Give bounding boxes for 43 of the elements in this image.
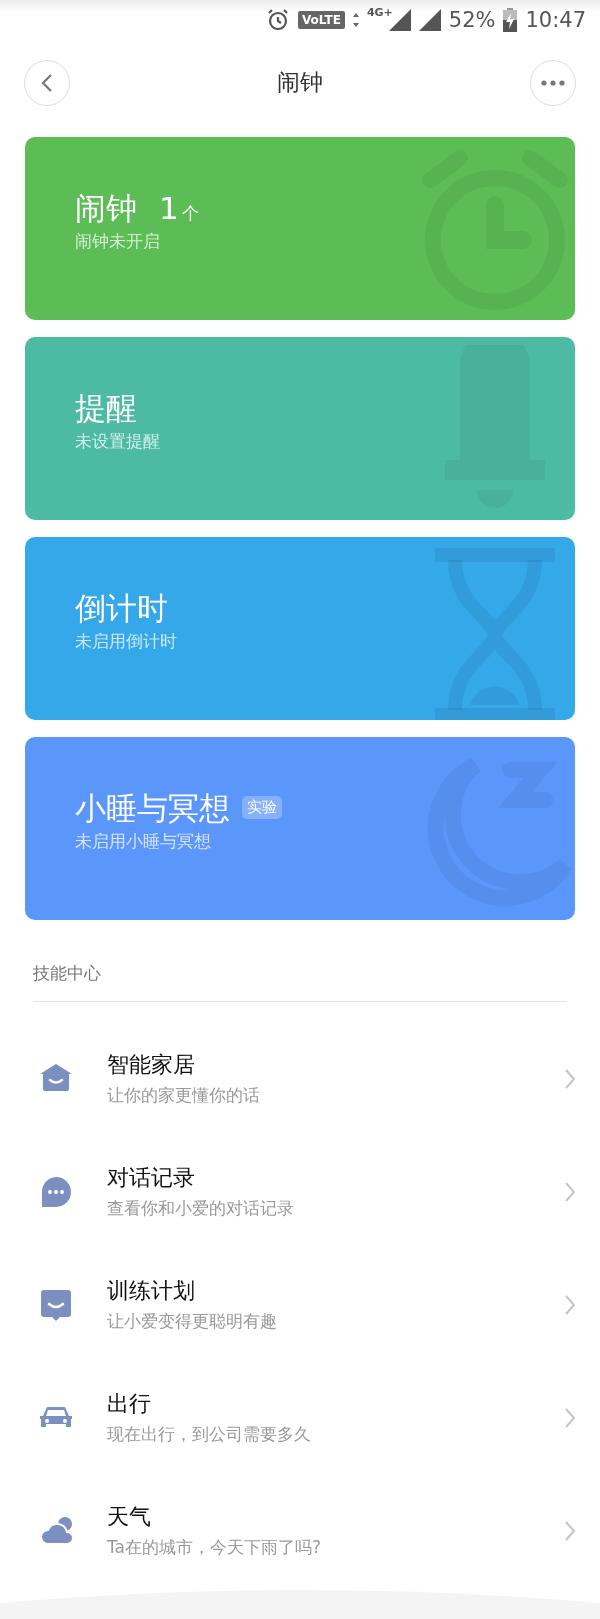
skill-item[interactable]: 智能家居 让你的家更懂你的话	[0, 1022, 600, 1135]
skill-description: 现在出行，到公司需要多久	[107, 1423, 312, 1446]
skill-item[interactable]: 天气 Ta在的城市，今天下雨了吗?	[0, 1474, 600, 1587]
card-title: 闹钟	[75, 188, 137, 228]
chevron-right-icon	[564, 1293, 576, 1316]
skill-title: 出行	[107, 1390, 152, 1418]
chevron-right-icon	[564, 1406, 576, 1429]
more-icon	[541, 79, 565, 86]
battery-percent: 52%	[448, 8, 496, 32]
card-title: 提醒	[75, 388, 137, 428]
alarm-count: 1 个	[159, 190, 199, 226]
skill-item[interactable]: 出行 现在出行，到公司需要多久	[0, 1361, 600, 1474]
skill-item[interactable]: 训练计划 让小爱变得更聪明有趣	[0, 1248, 600, 1361]
card-title: 倒计时	[75, 588, 168, 628]
skill-title: 对话记录	[107, 1164, 196, 1192]
battery-charging-icon	[503, 8, 518, 32]
chevron-right-icon	[564, 1067, 576, 1090]
skill-title: 天气	[107, 1503, 152, 1531]
chevron-right-icon	[564, 1180, 576, 1203]
skill-item[interactable]: 对话记录 查看你和小爱的对话记录	[0, 1135, 600, 1248]
skill-description: 查看你和小爱的对话记录	[107, 1197, 295, 1220]
skill-description: Ta在的城市，今天下雨了吗?	[107, 1536, 322, 1559]
page-title: 闹钟	[277, 68, 323, 97]
card-subtitle: 未设置提醒	[75, 430, 161, 454]
skill-title: 智能家居	[107, 1051, 196, 1079]
time: 10:47	[525, 8, 586, 32]
chevron-right-icon	[564, 1519, 576, 1542]
skill-title: 训练计划	[107, 1277, 196, 1305]
skill-description: 让小爱变得更聪明有趣	[107, 1310, 278, 1333]
data-arrows-icon	[352, 12, 359, 28]
back-button[interactable]	[24, 59, 70, 106]
card-title: 小睡与冥想	[75, 788, 230, 828]
network-type: 4G+	[366, 6, 393, 19]
signal-icon	[418, 9, 441, 31]
more-button[interactable]	[530, 59, 576, 106]
volte-badge: VoLTE	[297, 11, 345, 29]
section-title: 技能中心	[33, 963, 101, 983]
experimental-tag: 实验	[242, 796, 282, 820]
card-subtitle: 闹钟未开启	[75, 230, 161, 254]
skill-description: 让你的家更懂你的话	[107, 1084, 261, 1107]
chevron-left-icon	[41, 72, 53, 93]
card-subtitle: 未启用小睡与冥想	[75, 830, 212, 854]
card-subtitle: 未启用倒计时	[75, 630, 178, 654]
